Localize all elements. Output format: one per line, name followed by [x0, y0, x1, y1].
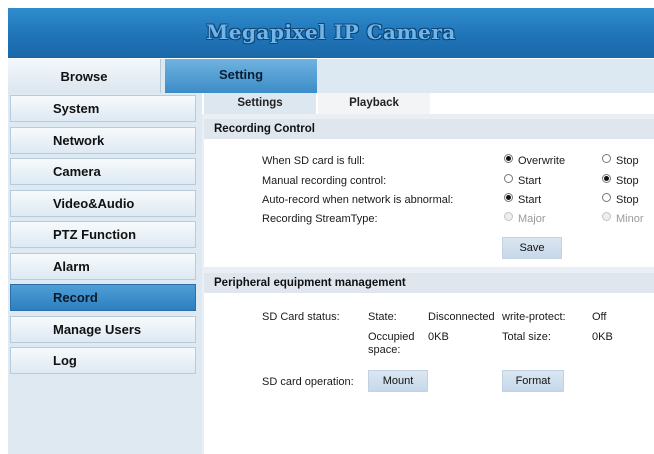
sidebar-item-system[interactable]: System — [10, 95, 196, 122]
occupied-space-value: 0KB — [428, 331, 449, 343]
sd-status-label: SD Card status: — [262, 311, 340, 323]
manual-stop-label: Stop — [616, 175, 639, 187]
sidebar-item-network[interactable]: Network — [10, 127, 196, 154]
sidebar-item-alarm[interactable]: Alarm — [10, 253, 196, 280]
stream-minor-label: Minor — [616, 213, 644, 225]
sidebar: System Network Camera Video&Audio PTZ Fu… — [8, 93, 202, 454]
recording-control-panel: When SD card is full: Overwrite Stop Man… — [204, 139, 654, 267]
sd-full-label: When SD card is full: — [262, 155, 365, 167]
auto-record-stop-radio[interactable] — [602, 193, 611, 202]
sidebar-item-camera[interactable]: Camera — [10, 158, 196, 185]
total-size-label: Total size: — [502, 331, 551, 343]
app-title: Megapixel IP Camera — [206, 20, 456, 44]
sidebar-item-video-audio[interactable]: Video&Audio — [10, 190, 196, 217]
subtab-settings[interactable]: Settings — [204, 93, 316, 114]
peripheral-panel: SD Card status: State: Disconnected writ… — [204, 293, 654, 454]
write-protect-label: write-protect: — [502, 311, 566, 323]
mount-button[interactable]: Mount — [368, 370, 428, 392]
manual-recording-label: Manual recording control: — [262, 175, 387, 187]
sidebar-item-ptz-function[interactable]: PTZ Function — [10, 221, 196, 248]
manual-start-label: Start — [518, 175, 542, 187]
auto-record-stop-label: Stop — [616, 194, 639, 206]
sd-full-overwrite-label: Overwrite — [518, 155, 566, 167]
state-value: Disconnected — [428, 311, 495, 323]
auto-record-label: Auto-record when network is abnormal: — [262, 194, 454, 206]
top-navigation: Browse Setting — [8, 59, 654, 93]
main-panel: Settings Playback Recording Control When… — [202, 93, 654, 454]
auto-record-start-label: Start — [518, 194, 542, 206]
stream-type-label: Recording StreamType: — [262, 213, 378, 225]
stream-minor-radio[interactable] — [602, 212, 611, 221]
manual-stop-radio[interactable] — [602, 174, 611, 183]
sd-full-overwrite-radio[interactable] — [504, 154, 513, 163]
tab-setting[interactable]: Setting — [165, 59, 317, 93]
tab-browse[interactable]: Browse — [8, 59, 161, 93]
stream-major-label: Major — [518, 213, 546, 225]
total-size-value: 0KB — [592, 331, 613, 343]
app-banner: Megapixel IP Camera — [8, 8, 654, 58]
sidebar-item-log[interactable]: Log — [10, 347, 196, 374]
format-button[interactable]: Format — [502, 370, 564, 392]
occupied-space-label-line1: Occupied — [368, 331, 415, 343]
sub-tabs: Settings Playback — [202, 93, 654, 114]
peripheral-heading: Peripheral equipment management — [204, 273, 654, 293]
sidebar-item-manage-users[interactable]: Manage Users — [10, 316, 196, 343]
sd-full-stop-radio[interactable] — [602, 154, 611, 163]
subtab-playback[interactable]: Playback — [318, 93, 430, 114]
recording-control-heading: Recording Control — [204, 119, 654, 139]
sd-operation-label: SD card operation: — [262, 376, 354, 388]
manual-start-radio[interactable] — [504, 174, 513, 183]
occupied-space-label-line2: space: — [368, 344, 401, 356]
write-protect-value: Off — [592, 311, 607, 323]
sidebar-item-record[interactable]: Record — [10, 284, 196, 311]
stream-major-radio[interactable] — [504, 212, 513, 221]
state-label: State: — [368, 311, 397, 323]
sd-full-stop-label: Stop — [616, 155, 639, 167]
auto-record-start-radio[interactable] — [504, 193, 513, 202]
save-button[interactable]: Save — [502, 237, 562, 259]
